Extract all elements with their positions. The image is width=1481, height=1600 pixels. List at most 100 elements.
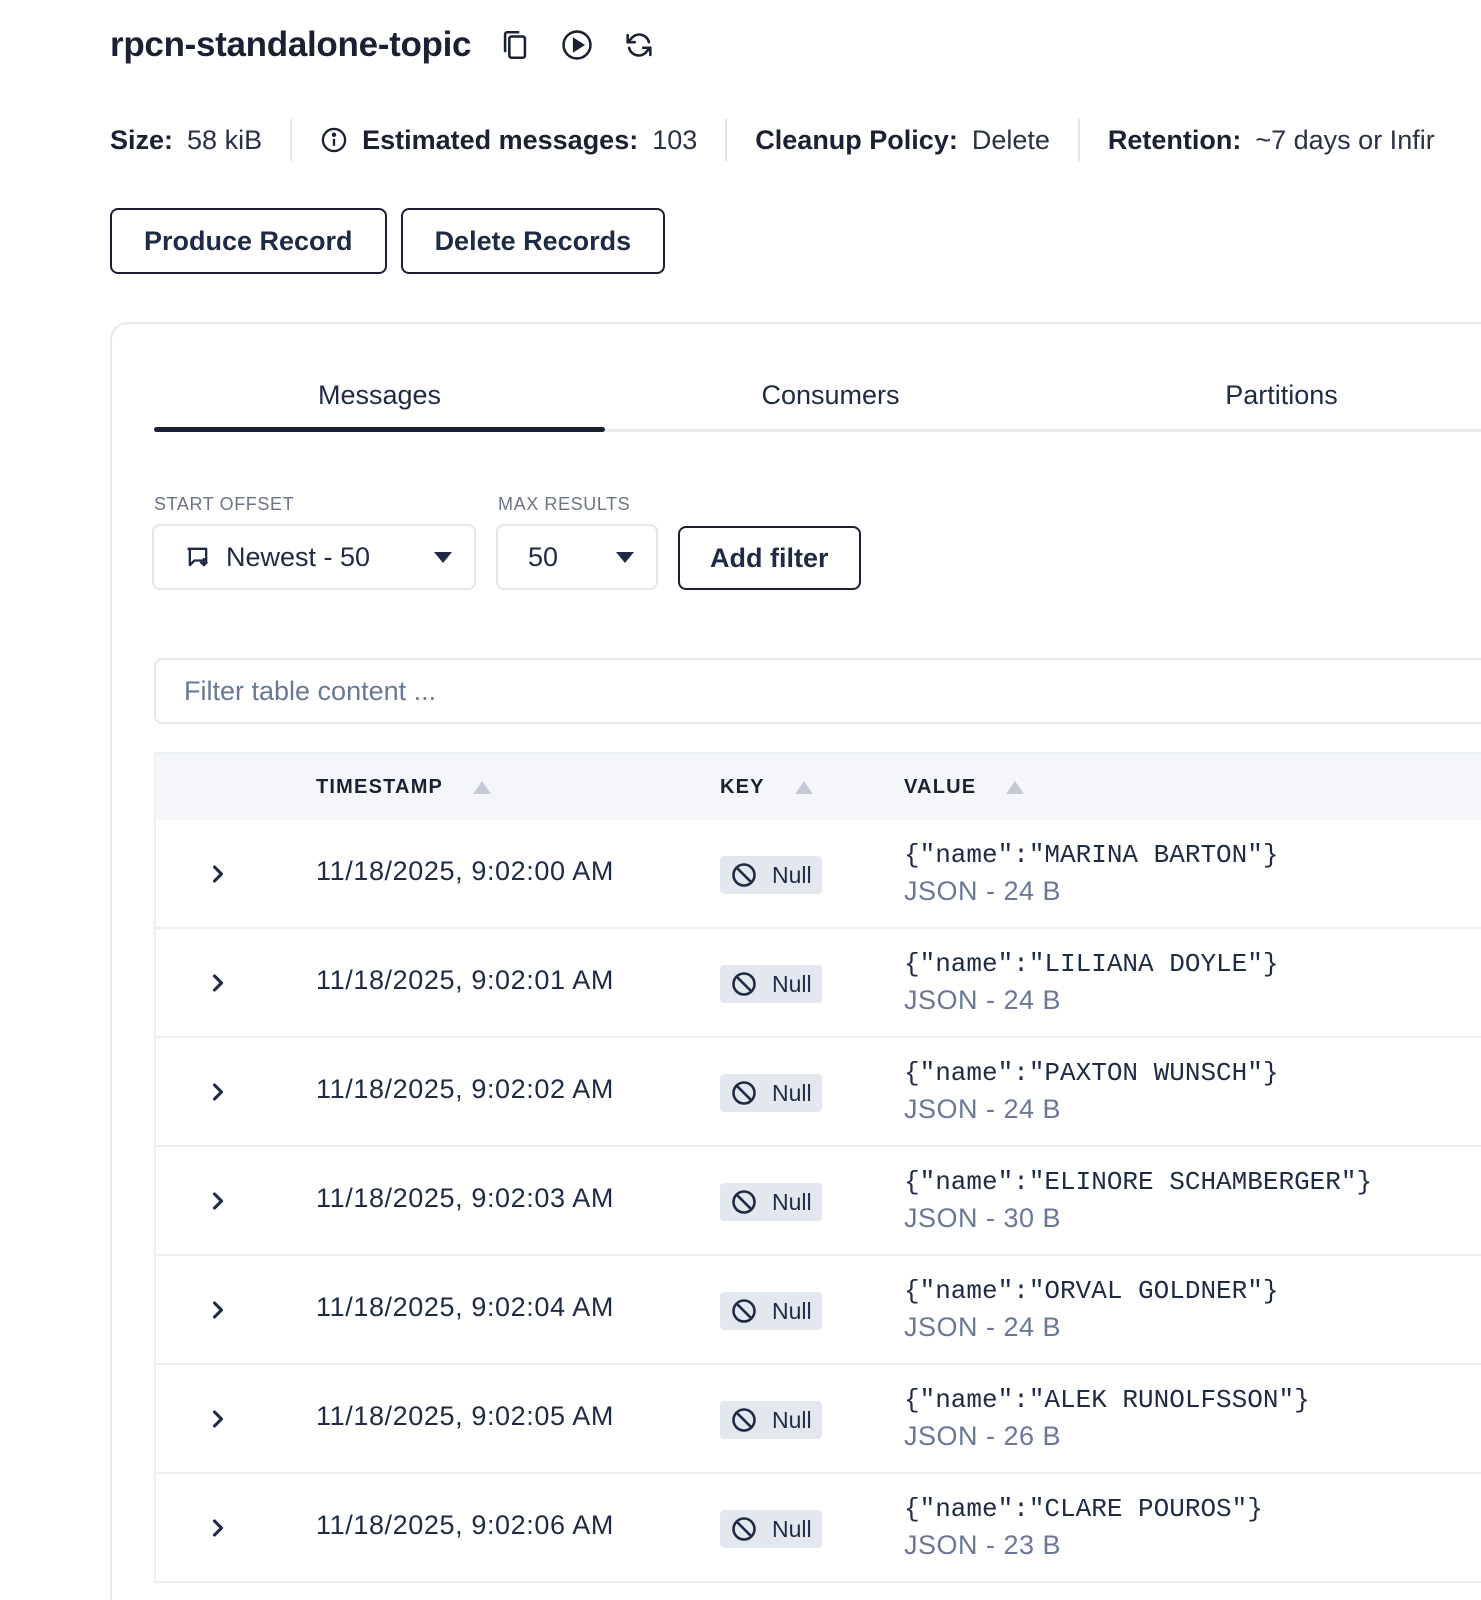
row-timestamp: 11/18/2025, 9:02:05 AM bbox=[316, 1401, 614, 1431]
row-key: Null bbox=[772, 1406, 812, 1433]
column-value[interactable]: VALUE bbox=[904, 776, 1025, 799]
column-key[interactable]: KEY bbox=[720, 776, 813, 799]
null-key-badge: Null bbox=[720, 1183, 822, 1221]
row-value-meta: JSON - 30 B bbox=[904, 1203, 1062, 1233]
row-timestamp: 11/18/2025, 9:02:00 AM bbox=[316, 856, 614, 886]
message-offset-icon bbox=[184, 543, 212, 571]
page-title: rpcn-standalone-topic bbox=[110, 25, 472, 64]
tab-messages[interactable]: Messages bbox=[154, 370, 605, 432]
stat-size: Size: 58 kiB bbox=[110, 119, 290, 161]
stat-size-label: Size: bbox=[110, 124, 174, 155]
stat-cleanup: Cleanup Policy: Delete bbox=[725, 119, 1078, 161]
row-value-meta: JSON - 26 B bbox=[904, 1421, 1062, 1451]
stat-messages-label: Estimated messages: bbox=[362, 124, 639, 155]
stat-retention: Retention: ~7 days or Infir bbox=[1077, 119, 1463, 161]
chevron-right-icon[interactable] bbox=[204, 967, 232, 999]
null-key-badge: Null bbox=[720, 1292, 822, 1330]
sort-asc-icon bbox=[473, 781, 492, 794]
ban-icon bbox=[732, 972, 756, 996]
sort-asc-icon bbox=[794, 781, 813, 794]
tab-consumers[interactable]: Consumers bbox=[605, 370, 1056, 429]
delete-records-button[interactable]: Delete Records bbox=[400, 208, 666, 274]
messages-table: TIMESTAMP KEY VALUE 11/18/2025, 9:02:00 … bbox=[154, 752, 1481, 1583]
table-row[interactable]: 11/18/2025, 9:02:01 AM Null {"name":"LIL… bbox=[154, 929, 1481, 1038]
chevron-down-icon bbox=[616, 552, 634, 563]
stat-size-value: 58 kiB bbox=[187, 124, 263, 155]
stat-cleanup-value: Delete bbox=[971, 124, 1050, 155]
produce-record-button[interactable]: Produce Record bbox=[110, 208, 387, 274]
chevron-down-icon bbox=[434, 552, 452, 563]
null-key-badge: Null bbox=[720, 965, 822, 1003]
null-key-badge: Null bbox=[720, 1510, 822, 1548]
row-value: {"name":"ORVAL GOLDNER"} bbox=[904, 1276, 1279, 1306]
row-value: {"name":"LILIANA DOYLE"} bbox=[904, 949, 1279, 979]
ban-icon bbox=[732, 1081, 756, 1105]
chevron-right-icon[interactable] bbox=[204, 1403, 232, 1435]
refresh-icon[interactable] bbox=[621, 27, 657, 63]
topic-page: rpcn-standalone-topic Size: 58 kiB Estim… bbox=[0, 0, 1481, 1600]
table-row[interactable]: 11/18/2025, 9:02:03 AM Null {"name":"ELI… bbox=[154, 1147, 1481, 1256]
topic-actions: Produce Record Delete Records bbox=[110, 208, 666, 274]
stat-messages: Estimated messages: 103 bbox=[290, 119, 725, 161]
messages-card: Messages Consumers Partitions START OFFS… bbox=[110, 322, 1481, 1600]
start-offset-select[interactable]: Newest - 50 bbox=[152, 524, 476, 590]
table-row[interactable]: 11/18/2025, 9:02:00 AM Null {"name":"MAR… bbox=[154, 820, 1481, 929]
max-results-select[interactable]: 50 bbox=[496, 524, 658, 590]
tab-bar: Messages Consumers Partitions bbox=[154, 370, 1481, 432]
table-header: TIMESTAMP KEY VALUE bbox=[154, 752, 1481, 820]
table-body: 11/18/2025, 9:02:00 AM Null {"name":"MAR… bbox=[154, 820, 1481, 1583]
stat-cleanup-label: Cleanup Policy: bbox=[755, 124, 958, 155]
row-value: {"name":"MARINA BARTON"} bbox=[904, 840, 1279, 870]
stat-retention-label: Retention: bbox=[1107, 124, 1242, 155]
table-row[interactable]: 11/18/2025, 9:02:04 AM Null {"name":"ORV… bbox=[154, 1256, 1481, 1365]
topic-stats: Size: 58 kiB Estimated messages: 103 Cle… bbox=[110, 116, 1463, 164]
null-key-badge: Null bbox=[720, 856, 822, 894]
table-row[interactable]: 11/18/2025, 9:02:06 AM Null {"name":"CLA… bbox=[154, 1474, 1481, 1583]
row-timestamp: 11/18/2025, 9:02:01 AM bbox=[316, 965, 614, 995]
ban-icon bbox=[732, 1408, 756, 1432]
chevron-right-icon[interactable] bbox=[204, 1294, 232, 1326]
row-value: {"name":"ALEK RUNOLFSSON"} bbox=[904, 1385, 1310, 1415]
chevron-right-icon[interactable] bbox=[204, 1185, 232, 1217]
row-value-meta: JSON - 23 B bbox=[904, 1530, 1062, 1560]
title-row: rpcn-standalone-topic bbox=[110, 20, 657, 70]
column-timestamp-label: TIMESTAMP bbox=[316, 776, 444, 798]
filter-table-input[interactable] bbox=[154, 658, 1481, 724]
row-value: {"name":"ELINORE SCHAMBERGER"} bbox=[904, 1167, 1373, 1197]
chevron-right-icon[interactable] bbox=[204, 858, 232, 890]
row-value-meta: JSON - 24 B bbox=[904, 985, 1062, 1015]
sort-asc-icon bbox=[1006, 781, 1025, 794]
chevron-right-icon[interactable] bbox=[204, 1512, 232, 1544]
column-timestamp[interactable]: TIMESTAMP bbox=[316, 776, 492, 799]
row-timestamp: 11/18/2025, 9:02:06 AM bbox=[316, 1510, 614, 1540]
row-key: Null bbox=[772, 861, 812, 888]
play-circle-icon[interactable] bbox=[559, 27, 595, 63]
table-row[interactable]: 11/18/2025, 9:02:05 AM Null {"name":"ALE… bbox=[154, 1365, 1481, 1474]
max-results-value: 50 bbox=[528, 541, 559, 572]
copy-icon[interactable] bbox=[497, 27, 533, 63]
add-filter-button[interactable]: Add filter bbox=[678, 526, 861, 590]
row-key: Null bbox=[772, 970, 812, 997]
row-key: Null bbox=[772, 1515, 812, 1542]
row-value-meta: JSON - 24 B bbox=[904, 1094, 1062, 1124]
tab-partitions[interactable]: Partitions bbox=[1056, 370, 1481, 429]
info-icon[interactable] bbox=[320, 126, 348, 154]
table-row[interactable]: 11/18/2025, 9:02:02 AM Null {"name":"PAX… bbox=[154, 1038, 1481, 1147]
row-key: Null bbox=[772, 1297, 812, 1324]
row-value: {"name":"CLARE POUROS"} bbox=[904, 1494, 1263, 1524]
stat-retention-value: ~7 days or Infir bbox=[1255, 124, 1435, 155]
row-timestamp: 11/18/2025, 9:02:02 AM bbox=[316, 1074, 614, 1104]
column-key-label: KEY bbox=[720, 776, 765, 798]
row-value-meta: JSON - 24 B bbox=[904, 876, 1062, 906]
null-key-badge: Null bbox=[720, 1074, 822, 1112]
chevron-right-icon[interactable] bbox=[204, 1076, 232, 1108]
max-results-label: MAX RESULTS bbox=[498, 494, 631, 514]
row-timestamp: 11/18/2025, 9:02:03 AM bbox=[316, 1183, 614, 1213]
row-value-meta: JSON - 24 B bbox=[904, 1312, 1062, 1342]
ban-icon bbox=[732, 863, 756, 887]
ban-icon bbox=[732, 1299, 756, 1323]
ban-icon bbox=[732, 1190, 756, 1214]
null-key-badge: Null bbox=[720, 1401, 822, 1439]
row-value: {"name":"PAXTON WUNSCH"} bbox=[904, 1058, 1279, 1088]
column-value-label: VALUE bbox=[904, 776, 977, 798]
